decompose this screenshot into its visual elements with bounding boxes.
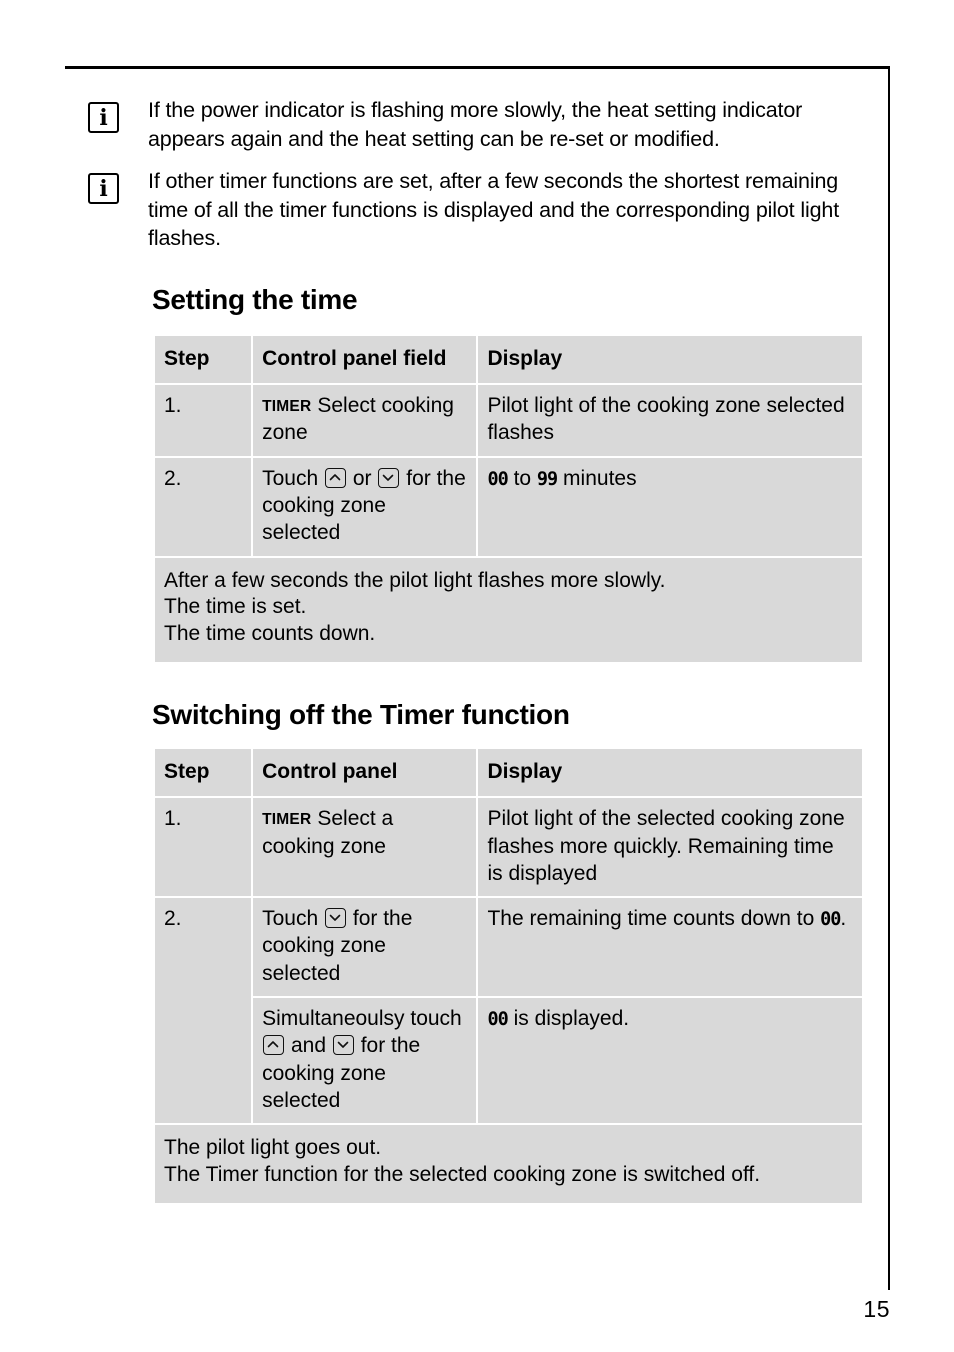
cell-display: 00 is displayed. (478, 998, 862, 1124)
table-header-row: Step Control panel field Display (155, 335, 862, 384)
note-block: i If the power indicator is flashing mor… (88, 96, 868, 153)
column-header-step: Step (155, 748, 252, 797)
cell-display: Pilot light of the selected cooking zone… (478, 798, 862, 897)
section-heading-switching-off-the-timer-function: Switching off the Timer function (152, 699, 570, 731)
column-header-control-panel: Control panel field (253, 335, 477, 384)
table-switching-off-the-timer-function: Step Control panel Display 1. TIMER Selec… (153, 747, 864, 1205)
column-header-display: Display (478, 335, 862, 384)
display-text-suffix: . (840, 907, 847, 931)
table-header-row: Step Control panel Display (155, 748, 862, 797)
up-arrow-icon[interactable] (263, 1035, 285, 1056)
footer-line: The time is set. (164, 595, 307, 619)
table-row: Simultaneoulsy touch and for the cooking… (155, 998, 862, 1124)
cell-footer-note: After a few seconds the pilot light flas… (155, 557, 862, 663)
note-text: If other timer functions are set, after … (148, 169, 840, 251)
table-footer-row: The pilot light goes out. The Timer func… (155, 1125, 862, 1203)
info-icon: i (88, 173, 119, 205)
lcd-value: 00 (820, 909, 841, 931)
conjunction-label: and (290, 1034, 327, 1058)
page-right-rule (888, 66, 890, 1290)
note-text: If the power indicator is flashing more … (148, 98, 803, 151)
range-label: to (513, 466, 532, 490)
cell-footer-note: The pilot light goes out. The Timer func… (155, 1125, 862, 1203)
touch-label: Touch (262, 907, 319, 931)
cell-display: The remaining time counts down to 00. (478, 898, 862, 997)
footer-line: After a few seconds the pilot light flas… (164, 568, 666, 592)
cell-step-number: 2. (155, 457, 252, 556)
cell-control-panel: Touch for the cooking zone selected (253, 898, 477, 997)
footer-line: The pilot light goes out. (164, 1136, 382, 1160)
footer-line: The Timer function for the selected cook… (164, 1163, 761, 1187)
table-footer-row: After a few seconds the pilot light flas… (155, 557, 862, 663)
down-arrow-icon[interactable] (378, 467, 400, 488)
footer-line: The time counts down. (164, 622, 376, 646)
conjunction-label: or (352, 466, 372, 490)
touch-label: Simultaneoulsy touch (262, 1007, 462, 1031)
cell-step-number: 1. (155, 385, 252, 456)
cell-control-panel: TIMER Select cooking zone (253, 385, 477, 456)
touch-label: Touch (262, 466, 319, 490)
up-arrow-icon[interactable] (325, 467, 347, 488)
page-content: i If the power indicator is flashing mor… (88, 96, 868, 1205)
display-text-suffix: is displayed. (513, 1007, 630, 1031)
lcd-value-min: 00 (487, 468, 508, 490)
table-row: 2. Touch for the cooking zone selected T… (155, 898, 862, 1124)
column-header-display: Display (478, 748, 862, 797)
section-heading-setting-the-time: Setting the time (152, 283, 358, 315)
cell-control-panel: Touch or for the cooking zone selected (253, 457, 477, 556)
unit-label: minutes (563, 466, 637, 490)
timer-label: TIMER (262, 398, 312, 416)
column-header-control-panel: Control panel (253, 748, 477, 797)
column-header-step: Step (155, 335, 252, 384)
down-arrow-icon[interactable] (332, 1035, 354, 1056)
info-icon: i (88, 102, 119, 133)
cell-control-panel: TIMER Select a cooking zone (253, 798, 477, 897)
cell-step-number: 2. (155, 898, 252, 1124)
table-row: 1. TIMER Select cooking zone Pilot light … (155, 385, 862, 456)
note-block: i If other timer functions are set, afte… (88, 167, 868, 253)
manual-page: i If the power indicator is flashing mor… (0, 0, 954, 1352)
table-row: 1. TIMER Select a cooking zone Pilot ligh… (155, 798, 862, 897)
page-number: 15 (863, 1296, 890, 1322)
lcd-value-max: 99 (536, 468, 558, 490)
table-setting-the-time: Step Control panel field Display 1. TIME… (153, 334, 864, 664)
lcd-value: 00 (487, 1009, 508, 1031)
cell-display: 00 to 99 minutes (478, 457, 862, 556)
down-arrow-icon[interactable] (325, 908, 347, 929)
page-top-rule (65, 66, 890, 69)
display-text-prefix: The remaining time counts down to (487, 907, 815, 931)
table-row: 2. Touch or for the cooking zone selecte… (155, 457, 862, 556)
cell-display: Pilot light of the cooking zone selected… (478, 385, 862, 456)
cell-control-panel: Simultaneoulsy touch and for the cooking… (253, 998, 477, 1124)
cell-step-number: 1. (155, 798, 252, 897)
timer-label: TIMER (262, 811, 312, 829)
